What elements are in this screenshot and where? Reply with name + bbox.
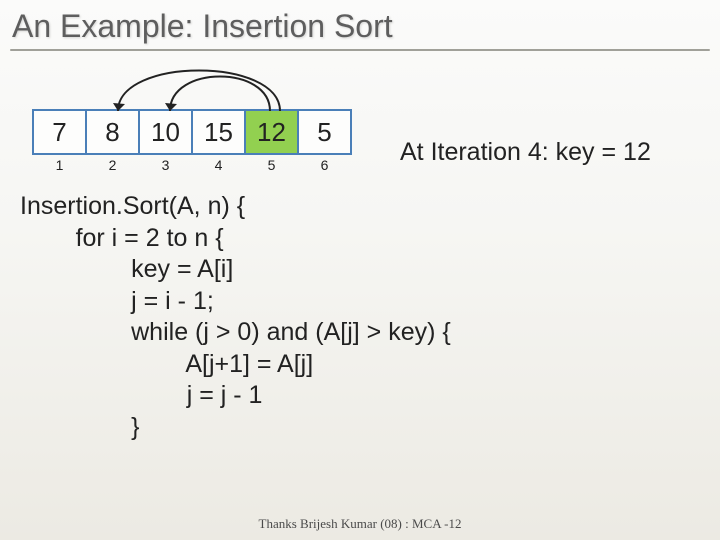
array-cell: 8 [85, 109, 140, 155]
code-line: A[j+1] = A[j] [20, 350, 313, 378]
code-line: } [20, 413, 139, 441]
swap-arcs [32, 53, 372, 113]
array-cell: 7 [32, 109, 87, 155]
array-cell: 15 [191, 109, 246, 155]
array-index: 3 [138, 157, 193, 173]
code-line: key = A[i] [20, 255, 233, 283]
array-index: 1 [32, 157, 87, 173]
pseudocode-block: Insertion.Sort(A, n) { for i = 2 to n { … [20, 191, 720, 443]
title-underline [10, 49, 710, 51]
iteration-caption: At Iteration 4: key = 12 [400, 138, 651, 167]
array-cell: 10 [138, 109, 193, 155]
code-line: Insertion.Sort(A, n) { [20, 192, 245, 220]
code-line: while (j > 0) and (A[j] > key) { [20, 318, 451, 346]
array-index: 2 [85, 157, 140, 173]
code-line: j = j - 1 [20, 381, 262, 409]
array-cell-key: 12 [244, 109, 299, 155]
slide-title: An Example: Insertion Sort [0, 0, 720, 49]
code-line: for i = 2 to n { [20, 224, 224, 252]
array-index: 5 [244, 157, 299, 173]
array-cell: 5 [297, 109, 352, 155]
array-index: 4 [191, 157, 246, 173]
credit-line: Thanks Brijesh Kumar (08) : MCA -12 [0, 516, 720, 532]
array-index: 6 [297, 157, 352, 173]
code-line: j = i - 1; [20, 287, 214, 315]
